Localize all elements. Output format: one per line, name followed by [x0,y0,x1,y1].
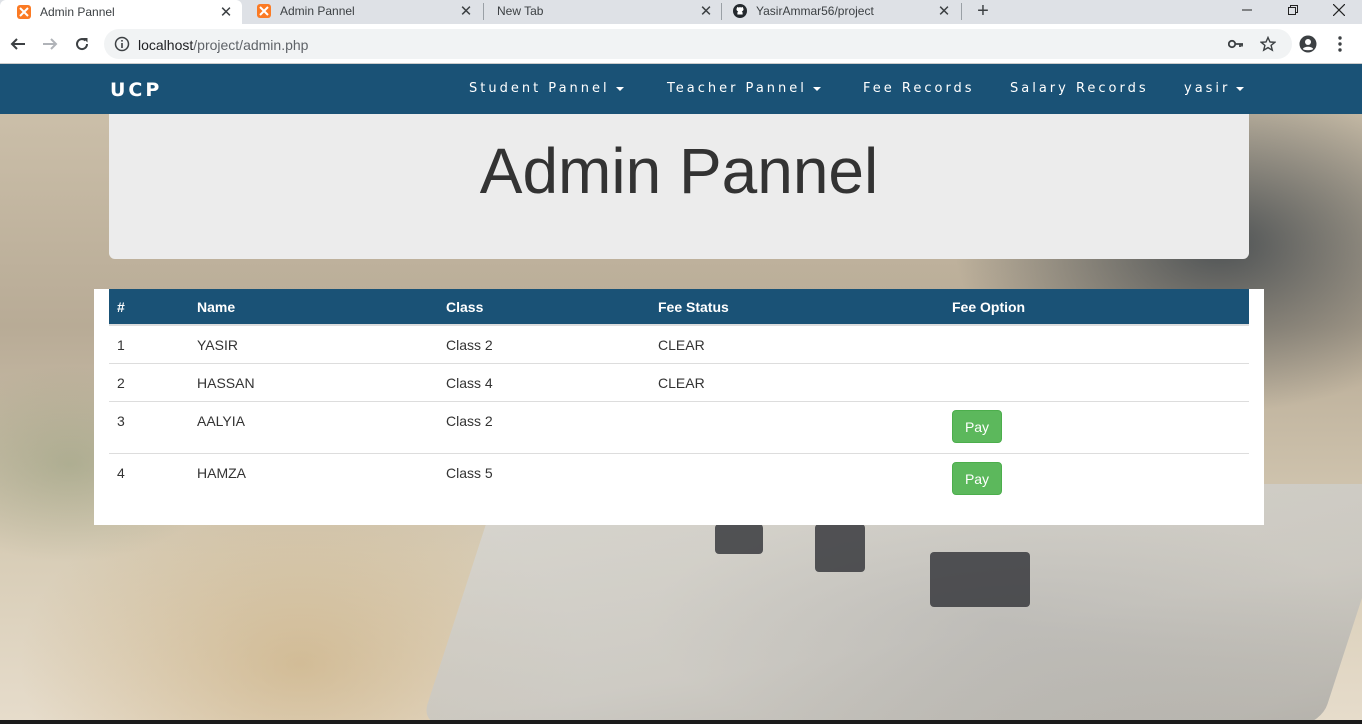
cell-status [650,400,944,453]
background-decoration [715,524,763,554]
jumbotron: Admin Pannel [109,114,1249,259]
cell-name: HASSAN [189,362,438,401]
close-tab-icon[interactable]: ✕ [458,3,474,20]
cell-class: Class 2 [438,400,650,453]
cell-name: YASIR [197,337,238,353]
star-icon[interactable] [1260,36,1276,52]
nav-label: Salary Records [1010,81,1149,96]
restore-icon[interactable] [1270,0,1316,20]
xampp-icon [257,4,271,18]
tab-strip: Admin Pannel ✕ Admin Pannel ✕ New Tab ✕ … [0,0,1362,24]
tab-title: Admin Pannel [280,4,355,18]
browser-tab-2[interactable]: Admin Pannel ✕ [240,0,482,22]
forward-arrow-icon[interactable] [39,33,61,55]
close-window-icon[interactable] [1316,0,1362,20]
url-path: /project/admin.php [193,37,309,53]
page-viewport: UCP Student Pannel Teacher Pannel Fee Re… [0,64,1362,720]
top-navbar: UCP Student Pannel Teacher Pannel Fee Re… [0,64,1362,114]
close-tab-icon[interactable]: ✕ [936,3,952,20]
browser-toolbar: localhost/project/admin.php [0,24,1362,64]
xampp-icon [17,5,31,19]
caret-down-icon [812,86,821,91]
cell-num: 4 [109,452,189,505]
table-row: 4 HAMZA Class 5 Pay [109,452,1249,505]
brand-logo[interactable]: UCP [110,79,162,101]
browser-tab-4[interactable]: YasirAmmar56/project ✕ [716,0,960,22]
reload-icon[interactable] [71,33,93,55]
cell-num: 1 [117,337,125,353]
github-icon [733,4,747,18]
fee-table-container: # Name Class Fee Status Fee Option 1 YAS… [94,289,1264,525]
tab-title: New Tab [497,4,544,18]
cell-class: Class 2 [446,337,493,353]
profile-avatar-icon[interactable] [1297,33,1319,55]
table-header-row: # Name Class Fee Status Fee Option [109,289,1249,326]
cell-status: CLEAR [658,337,705,353]
table-row: 3 AALYIA Class 2 Pay [109,400,1249,453]
cell-class: Class 5 [438,452,650,505]
nav-user-menu[interactable]: yasir [1184,81,1245,96]
cell-num: 2 [109,362,189,401]
table-row: 1 YASIR Class 2 CLEAR [109,325,1249,363]
column-header: # [109,289,189,326]
taskbar-edge [0,720,1362,724]
nav-label: yasir [1184,81,1231,96]
caret-down-icon [615,86,624,91]
url-host: localhost [138,37,194,53]
close-tab-icon[interactable]: ✕ [218,4,234,21]
site-info-icon[interactable] [114,36,130,52]
background-decoration [815,524,865,572]
back-arrow-icon[interactable] [7,33,29,55]
browser-tab-1[interactable]: Admin Pannel ✕ [0,0,242,24]
column-header: Class [438,289,650,326]
cell-option [944,325,1249,363]
nav-label: Teacher Pannel [667,81,807,96]
cell-name: HAMZA [189,452,438,505]
fee-table: # Name Class Fee Status Fee Option 1 YAS… [109,289,1249,505]
tab-title: YasirAmmar56/project [756,4,874,18]
tab-title: Admin Pannel [40,5,115,19]
url-text: localhost/project/admin.php [138,37,308,53]
nav-salary-records[interactable]: Salary Records [1010,81,1149,96]
cell-num: 3 [109,400,189,453]
minimize-icon[interactable] [1224,0,1270,20]
menu-dots-icon[interactable] [1329,33,1351,55]
cell-status [650,452,944,505]
browser-tab-3[interactable]: New Tab ✕ [480,0,722,22]
background-decoration [930,552,1030,607]
nav-label: Fee Records [863,81,975,96]
cell-status: CLEAR [650,362,944,401]
page-title: Admin Pannel [479,135,879,207]
pay-button[interactable]: Pay [952,409,1002,443]
column-header: Fee Option [944,289,1249,326]
cell-class: Class 4 [438,362,650,401]
column-header: Fee Status [650,289,944,326]
address-bar[interactable]: localhost/project/admin.php [104,29,1292,59]
caret-down-icon [1236,86,1245,91]
nav-teacher-pannel[interactable]: Teacher Pannel [667,81,821,96]
cell-option: Pay [944,400,1249,453]
nav-label: Student Pannel [469,81,610,96]
cell-name: AALYIA [189,400,438,453]
close-tab-icon[interactable]: ✕ [698,3,714,20]
table-row: 2 HASSAN Class 4 CLEAR [109,362,1249,401]
new-tab-plus-icon[interactable]: + [972,0,994,22]
tab-divider [961,3,962,20]
nav-student-pannel[interactable]: Student Pannel [469,81,624,96]
cell-option [944,362,1249,401]
pay-button[interactable]: Pay [952,461,1002,495]
nav-fee-records[interactable]: Fee Records [863,81,975,96]
cell-option: Pay [944,452,1249,505]
key-icon[interactable] [1228,36,1244,52]
column-header: Name [189,289,438,326]
